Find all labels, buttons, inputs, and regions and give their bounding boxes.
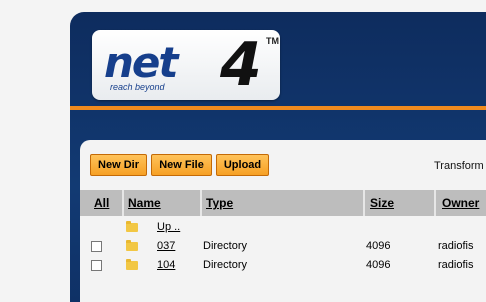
logo-mark: 4 [220, 30, 262, 100]
logo-brand: net [104, 38, 178, 87]
toolbar: New Dir New File Upload Transform [80, 148, 486, 176]
up-link[interactable]: Up .. [157, 221, 180, 233]
table-row: 104 Directory 4096 radiofis [80, 257, 486, 276]
row-checkbox[interactable] [91, 241, 102, 252]
row-type: Directory [203, 259, 248, 271]
app-frame: net 4 TM reach beyond New Dir New File U… [70, 12, 486, 302]
column-separator [363, 190, 365, 216]
row-checkbox[interactable] [91, 260, 102, 271]
folder-icon [126, 221, 138, 232]
logo-tagline: reach beyond [110, 82, 165, 92]
table-header: All Name Type Size Owner [80, 190, 486, 216]
folder-icon [126, 259, 138, 270]
column-separator [434, 190, 436, 216]
net4-logo: net 4 TM reach beyond [92, 30, 280, 100]
header-owner[interactable]: Owner [442, 190, 479, 216]
header-size[interactable]: Size [370, 190, 394, 216]
column-separator [200, 190, 202, 216]
row-size: 4096 [366, 259, 391, 271]
header-name[interactable]: Name [128, 190, 161, 216]
file-manager-panel: New Dir New File Upload Transform All Na… [80, 140, 486, 302]
header-all[interactable]: All [94, 190, 109, 216]
row-owner: radiofis [438, 240, 474, 252]
row-type: Directory [203, 240, 248, 252]
logo-trademark: TM [266, 36, 279, 46]
row-size: 4096 [366, 240, 391, 252]
row-name-link[interactable]: 037 [157, 240, 175, 252]
header-type[interactable]: Type [206, 190, 233, 216]
table-row: 037 Directory 4096 radiofis [80, 238, 486, 257]
up-row: Up .. [80, 219, 486, 238]
transform-label: Transform [434, 160, 484, 172]
header-divider [70, 106, 486, 110]
row-owner: radiofis [438, 259, 474, 271]
folder-icon [126, 240, 138, 251]
new-dir-button[interactable]: New Dir [90, 154, 147, 176]
row-name-link[interactable]: 104 [157, 259, 175, 271]
upload-button[interactable]: Upload [216, 154, 269, 176]
column-separator [122, 190, 124, 216]
new-file-button[interactable]: New File [151, 154, 212, 176]
